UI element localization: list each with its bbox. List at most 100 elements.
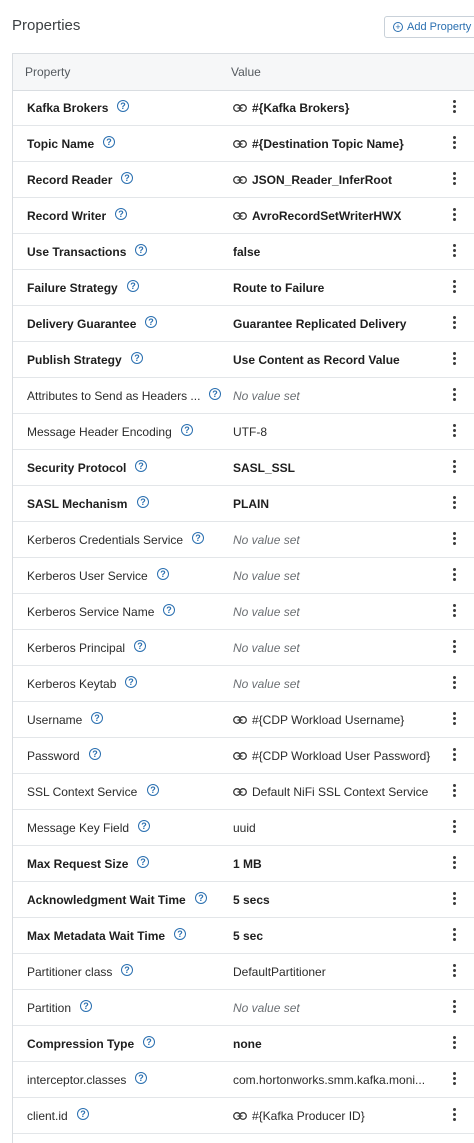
kebab-menu-icon[interactable] — [449, 928, 459, 944]
property-value[interactable]: Default NiFi SSL Context Service — [233, 785, 428, 799]
property-value[interactable]: false — [233, 245, 260, 259]
kebab-menu-icon[interactable] — [449, 172, 459, 188]
property-value[interactable]: #{CDP Workload User Password} — [233, 749, 430, 763]
property-value[interactable]: Use Content as Record Value — [233, 353, 400, 367]
table-row[interactable]: Delivery Guarantee? Guarantee Replicated … — [13, 306, 474, 342]
property-value[interactable]: No value set — [233, 1001, 300, 1015]
property-value[interactable]: #{Destination Topic Name} — [233, 137, 404, 151]
help-circle-icon[interactable]: ? — [134, 640, 146, 652]
help-circle-icon[interactable]: ? — [147, 784, 159, 796]
help-circle-icon[interactable]: ? — [137, 856, 149, 868]
table-row[interactable]: client.id? #{Kafka Producer ID} — [13, 1098, 474, 1134]
help-circle-icon[interactable]: ? — [137, 496, 149, 508]
help-circle-icon[interactable]: ? — [157, 568, 169, 580]
kebab-menu-icon[interactable] — [449, 1000, 459, 1016]
add-property-button[interactable]: + Add Property — [384, 16, 474, 38]
kebab-menu-icon[interactable] — [449, 892, 459, 908]
kebab-menu-icon[interactable] — [449, 712, 459, 728]
kebab-menu-icon[interactable] — [449, 640, 459, 656]
table-row[interactable]: Kerberos Credentials Service? No value se… — [13, 522, 474, 558]
table-row[interactable]: Publish Strategy? Use Content as Record V… — [13, 342, 474, 378]
table-row[interactable]: Use Transactions? false — [13, 234, 474, 270]
kebab-menu-icon[interactable] — [449, 352, 459, 368]
help-circle-icon[interactable]: ? — [131, 352, 143, 364]
help-circle-icon[interactable]: ? — [80, 1000, 92, 1012]
help-circle-icon[interactable]: ? — [138, 820, 150, 832]
kebab-menu-icon[interactable] — [449, 856, 459, 872]
property-value[interactable]: JSON_Reader_InferRoot — [233, 173, 392, 187]
help-circle-icon[interactable]: ? — [195, 892, 207, 904]
help-circle-icon[interactable]: ? — [145, 316, 157, 328]
table-row[interactable]: Kerberos User Service? No value set — [13, 558, 474, 594]
kebab-menu-icon[interactable] — [449, 1036, 459, 1052]
kebab-menu-icon[interactable] — [449, 568, 459, 584]
property-value[interactable]: Guarantee Replicated Delivery — [233, 317, 406, 331]
property-value[interactable]: none — [233, 1037, 262, 1051]
table-row[interactable]: Record Reader? JSON_Reader_InferRoot — [13, 162, 474, 198]
help-circle-icon[interactable]: ? — [135, 460, 147, 472]
property-value[interactable]: No value set — [233, 677, 300, 691]
table-row[interactable]: Message Key Field? uuid — [13, 810, 474, 846]
property-value[interactable]: No value set — [233, 641, 300, 655]
property-value[interactable]: #{Kafka Brokers} — [233, 101, 349, 115]
help-circle-icon[interactable]: ? — [192, 532, 204, 544]
table-row[interactable]: Compression Type? none — [13, 1026, 474, 1062]
kebab-menu-icon[interactable] — [449, 208, 459, 224]
property-value[interactable]: #{Kafka Producer ID} — [233, 1109, 365, 1123]
property-value[interactable]: No value set — [233, 569, 300, 583]
help-circle-icon[interactable]: ? — [181, 424, 193, 436]
kebab-menu-icon[interactable] — [449, 532, 459, 548]
kebab-menu-icon[interactable] — [449, 388, 459, 404]
table-row[interactable]: Kerberos Principal? No value set — [13, 630, 474, 666]
property-value[interactable]: No value set — [233, 605, 300, 619]
help-circle-icon[interactable]: ? — [117, 100, 129, 112]
kebab-menu-icon[interactable] — [449, 784, 459, 800]
table-row[interactable]: Record Writer? AvroRecordSetWriterHWX — [13, 198, 474, 234]
table-row[interactable]: Acknowledgment Wait Time? 5 secs — [13, 882, 474, 918]
help-circle-icon[interactable]: ? — [121, 964, 133, 976]
kebab-menu-icon[interactable] — [449, 316, 459, 332]
property-value[interactable]: Route to Failure — [233, 281, 324, 295]
kebab-menu-icon[interactable] — [449, 100, 459, 116]
table-row[interactable]: Failure Strategy? Route to Failure — [13, 270, 474, 306]
help-circle-icon[interactable]: ? — [135, 1072, 147, 1084]
kebab-menu-icon[interactable] — [449, 280, 459, 296]
help-circle-icon[interactable]: ? — [209, 388, 221, 400]
table-row[interactable]: Password? #{CDP Workload User Password} — [13, 738, 474, 774]
property-value[interactable]: No value set — [233, 389, 300, 403]
kebab-menu-icon[interactable] — [449, 748, 459, 764]
table-row[interactable]: Security Protocol? SASL_SSL — [13, 450, 474, 486]
table-row[interactable]: Username? #{CDP Workload Username} — [13, 702, 474, 738]
property-value[interactable]: com.hortonworks.smm.kafka.moni... — [233, 1073, 425, 1087]
help-circle-icon[interactable]: ? — [77, 1108, 89, 1120]
table-row[interactable]: Kerberos Service Name? No value set — [13, 594, 474, 630]
kebab-menu-icon[interactable] — [449, 136, 459, 152]
property-value[interactable]: 5 secs — [233, 893, 270, 907]
help-circle-icon[interactable]: ? — [135, 244, 147, 256]
kebab-menu-icon[interactable] — [449, 424, 459, 440]
table-row[interactable]: Kerberos Keytab? No value set — [13, 666, 474, 702]
table-row[interactable]: Max Metadata Wait Time? 5 sec — [13, 918, 474, 954]
help-circle-icon[interactable]: ? — [125, 676, 137, 688]
property-value[interactable]: SASL_SSL — [233, 461, 295, 475]
property-value[interactable]: 5 sec — [233, 929, 263, 943]
table-row[interactable]: SSL Context Service? Default NiFi SSL Con… — [13, 774, 474, 810]
property-value[interactable]: No value set — [233, 533, 300, 547]
kebab-menu-icon[interactable] — [449, 1072, 459, 1088]
table-row[interactable]: Topic Name? #{Destination Topic Name} — [13, 126, 474, 162]
property-value[interactable]: uuid — [233, 821, 256, 835]
help-circle-icon[interactable]: ? — [163, 604, 175, 616]
help-circle-icon[interactable]: ? — [89, 748, 101, 760]
property-value[interactable]: #{CDP Workload Username} — [233, 713, 404, 727]
property-value[interactable]: DefaultPartitioner — [233, 965, 326, 979]
kebab-menu-icon[interactable] — [449, 820, 459, 836]
table-row[interactable]: SASL Mechanism? PLAIN — [13, 486, 474, 522]
table-row[interactable]: interceptor.classes? com.hortonworks.smm.… — [13, 1062, 474, 1098]
kebab-menu-icon[interactable] — [449, 1108, 459, 1124]
kebab-menu-icon[interactable] — [449, 460, 459, 476]
kebab-menu-icon[interactable] — [449, 244, 459, 260]
kebab-menu-icon[interactable] — [449, 496, 459, 512]
table-row[interactable]: Partitioner class? DefaultPartitioner — [13, 954, 474, 990]
help-circle-icon[interactable]: ? — [174, 928, 186, 940]
help-circle-icon[interactable]: ? — [121, 172, 133, 184]
